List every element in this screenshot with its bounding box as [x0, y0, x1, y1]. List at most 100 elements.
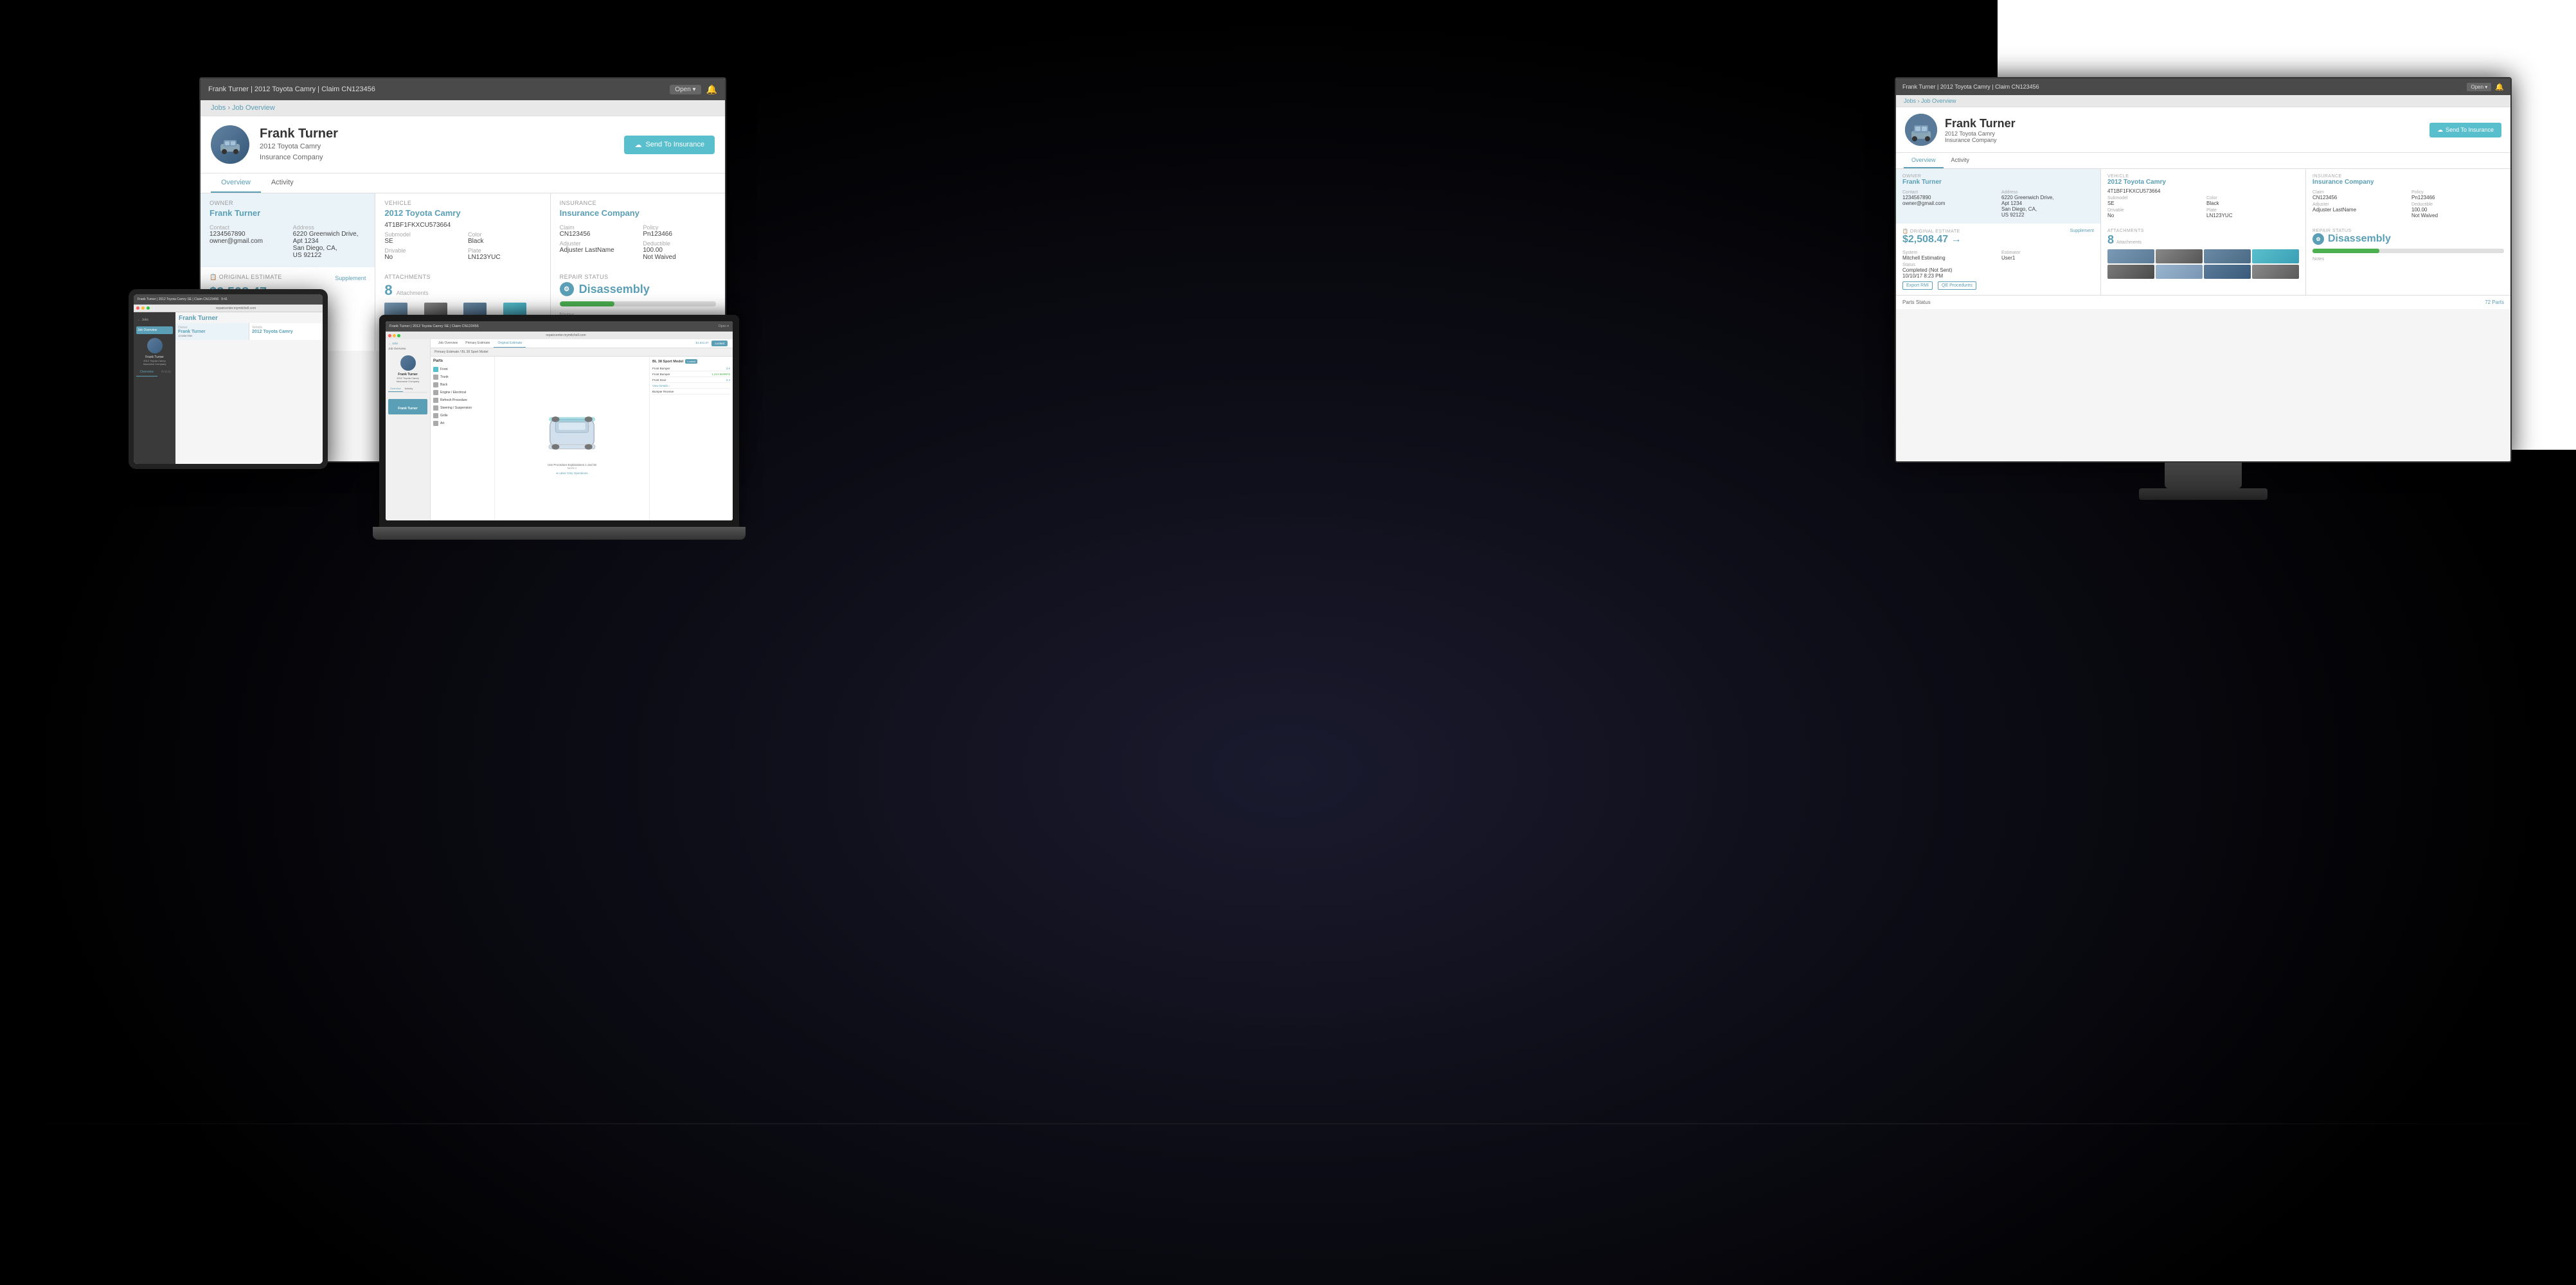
- estimating-content: Parts Front Trunk Back: [431, 357, 733, 520]
- parts-item-engine[interactable]: Engine / Electrical: [433, 389, 492, 396]
- send-to-insurance-button[interactable]: ☁ Send To Insurance: [624, 136, 715, 154]
- laptop-sidebar: ← Jobs Job Overview Frank Turner 2012 To…: [386, 339, 431, 520]
- vehicle-name: 2012 Toyota Camry: [384, 208, 541, 218]
- laptop-app-tab-original[interactable]: Original Estimate: [494, 339, 526, 348]
- tablet-main-name: Frank Turner: [175, 312, 323, 322]
- attachments-count: 8: [384, 282, 392, 299]
- sm-profile-vehicle: 2012 Toyota Camry: [1945, 130, 2016, 137]
- sm-thumb-2: [2156, 249, 2203, 263]
- refresh-icon: [433, 398, 438, 403]
- sm-car-avatar-svg: [1905, 114, 1937, 146]
- laptop-tab-overview[interactable]: Overview: [388, 386, 403, 392]
- sm-tab-overview[interactable]: Overview: [1904, 153, 1944, 168]
- app-header: Frank Turner | 2012 Toyota Camry | Claim…: [201, 78, 725, 100]
- laptop-jobs-link[interactable]: ← Jobs: [388, 342, 427, 345]
- sm-bell-icon[interactable]: 🔔: [2495, 83, 2504, 91]
- notification-bell-icon[interactable]: 🔔: [706, 84, 717, 95]
- sm-supplement-link[interactable]: Supplement: [2070, 229, 2094, 234]
- owner-card: Owner Frank Turner Contact 1234567890own…: [201, 193, 375, 267]
- owner-contact-col: Contact 1234567890owner@gmail.com: [210, 222, 283, 259]
- sm-profile: Frank Turner 2012 Toyota Camry Insurance…: [1896, 107, 2510, 153]
- laptop-maximize-dot: [397, 334, 400, 337]
- address-label: Address: [293, 224, 366, 231]
- laptop-content: ← Jobs Job Overview Frank Turner 2012 To…: [386, 339, 733, 520]
- trunk-icon: [433, 375, 438, 380]
- laptop-frank-turner-badge: Frank Turner: [388, 399, 427, 414]
- tablet-tab-overview[interactable]: Overview: [136, 368, 157, 377]
- tab-activity[interactable]: Activity: [261, 173, 304, 193]
- parts-list-header: Parts: [433, 359, 492, 363]
- sm-breadcrumb: Jobs › Job Overview: [1896, 95, 2510, 107]
- supplement-link[interactable]: Supplement: [335, 275, 366, 281]
- vehicle-vin: 4T1BF1FKXCU573664: [384, 222, 541, 229]
- sm-open-button[interactable]: Open ▾: [2467, 83, 2491, 91]
- front-icon: [433, 367, 438, 372]
- sm-thumb-6: [2156, 265, 2203, 279]
- sm-insurance-name: Insurance Company: [2312, 179, 2504, 186]
- vehicle-details-row: Submodel SE Drivable No Color Black Plat…: [384, 229, 541, 261]
- sm-attachments-card: Attachments 8 Attachments: [2101, 224, 2305, 295]
- sm-att-count-row: 8 Attachments: [2107, 233, 2299, 247]
- parts-line-front-bumper[interactable]: Front Bumper 3.6: [652, 366, 730, 371]
- parts-item-grille[interactable]: Grille: [433, 412, 492, 420]
- sm-bottom-grid: 📋 Original Estimate Supplement $2,508.47…: [1896, 224, 2510, 295]
- attachments-count-row: 8 Attachments: [384, 282, 541, 299]
- sm-owner-contact: Contact 1234567890owner@gmail.com: [1902, 188, 1995, 218]
- laptop-locked-button[interactable]: Locked: [711, 341, 728, 346]
- parts-right-header: BL 38 Sport Model Locked: [652, 359, 730, 364]
- parts-line-front-bumper-detail[interactable]: Front Bumper 1,213.56/9975: [652, 371, 730, 377]
- close-dot: [136, 306, 139, 310]
- parts-line-front-door[interactable]: Front Door 3.4: [652, 377, 730, 383]
- sm-est-estimator: Estimator User1: [2001, 249, 2094, 261]
- sm-cloud-icon: ☁: [2437, 127, 2443, 134]
- sm-progress-fill: [2312, 249, 2379, 253]
- parts-right-title: BL 38 Sport Model: [652, 360, 683, 364]
- laptop-app-tab-job[interactable]: Job Overview: [434, 339, 461, 348]
- send-insurance-label: Send To Insurance: [645, 141, 704, 148]
- insurance-name: Insurance Company: [560, 208, 716, 218]
- parts-item-refresh[interactable]: Refresh Procedure: [433, 396, 492, 404]
- sm-insurance-card: Insurance Insurance Company Claim CN1234…: [2306, 169, 2510, 224]
- sm-jobs-link[interactable]: Jobs: [1904, 98, 1916, 104]
- sm-thumb-5: [2107, 265, 2154, 279]
- parts-item-trunk[interactable]: Trunk: [433, 373, 492, 381]
- sm-thumb-7: [2204, 265, 2251, 279]
- sm-breadcrumb-current: Job Overview: [1921, 98, 1956, 104]
- laptop-app-tab-primary[interactable]: Primary Estimate: [461, 339, 494, 348]
- tablet-sidebar-insurance: Insurance Company: [136, 362, 173, 366]
- repair-status-label: Repair Status: [560, 274, 716, 280]
- art-icon: [433, 421, 438, 426]
- tablet-sidebar-job-overview[interactable]: Job Overview: [136, 326, 173, 334]
- profile-vehicle: 2012 Toyota Camry: [260, 141, 338, 152]
- contact-label: Contact: [210, 224, 283, 231]
- sm-export-rmi-button[interactable]: Export RMI: [1902, 281, 1933, 290]
- sm-send-to-insurance-button[interactable]: ☁ Send To Insurance: [2429, 123, 2501, 137]
- sm-progress-bar: [2312, 249, 2504, 253]
- parts-item-art[interactable]: Art: [433, 420, 492, 427]
- parts-item-back[interactable]: Back: [433, 381, 492, 389]
- progress-bar: [560, 301, 716, 306]
- info-cards-grid: Owner Frank Turner Contact 1234567890own…: [201, 193, 725, 267]
- tablet-section-tabs: Overview Activity: [136, 368, 173, 377]
- tab-overview[interactable]: Overview: [211, 173, 261, 193]
- laptop-screen: Frank Turner | 2012 Toyota Camry SE | Cl…: [386, 321, 733, 520]
- open-dropdown-button[interactable]: Open ▾: [670, 85, 701, 94]
- sm-export-row: Export RMI QE Procedures: [1902, 281, 2094, 290]
- sm-qe-procedures-button[interactable]: QE Procedures: [1938, 281, 1976, 290]
- sm-profile-info: Frank Turner 2012 Toyota Camry Insurance…: [1945, 117, 2016, 143]
- tablet-tab-activity[interactable]: Activity: [157, 368, 175, 377]
- parts-item-front[interactable]: Front: [433, 366, 492, 373]
- sm-repair-card: Repair Status ⚙ Disassembly Notes: [2306, 224, 2510, 295]
- laptop-tab-activity[interactable]: Activity: [403, 386, 415, 392]
- parts-line-bumper-receive[interactable]: Bumper Receive: [652, 389, 730, 394]
- laptop-job-overview-link[interactable]: Job Overview: [388, 347, 427, 350]
- insurance-details-row: Claim CN123456 Adjuster Adjuster LastNam…: [560, 222, 716, 261]
- sm-tab-activity[interactable]: Activity: [1944, 153, 1978, 168]
- parts-item-steering[interactable]: Steering / Suspension: [433, 404, 492, 412]
- laptop-base: [373, 527, 746, 540]
- jobs-breadcrumb-link[interactable]: Jobs: [211, 104, 226, 112]
- breadcrumb-current: Job Overview: [232, 104, 275, 112]
- sm-repair-title: ⚙ Disassembly: [2312, 233, 2504, 245]
- vehicle-card-label: Vehicle: [384, 200, 541, 206]
- parts-right-badge: Locked: [685, 359, 697, 364]
